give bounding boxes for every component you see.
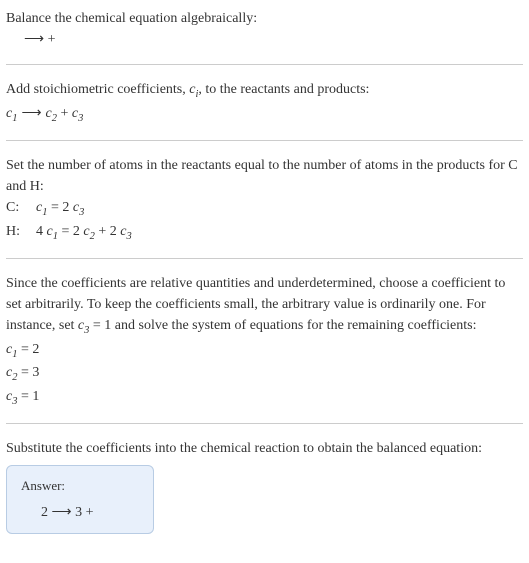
divider-1 bbox=[6, 64, 523, 65]
a3-val: = 1 bbox=[17, 389, 39, 404]
step3-title: Set the number of atoms in the reactants… bbox=[6, 155, 523, 197]
step1-reaction: ⟶ + bbox=[6, 29, 523, 50]
c-rhs-sub: 3 bbox=[79, 207, 84, 218]
reaction-arrow: ⟶ bbox=[17, 103, 45, 124]
answer-box: Answer: 2 ⟶ 3 + bbox=[6, 465, 154, 534]
step2-title: Add stoichiometric coefficients, ci, to … bbox=[6, 79, 523, 103]
atom-row-c: C: c1 = 2 c3 bbox=[6, 197, 523, 221]
step5-title: Substitute the coefficients into the che… bbox=[6, 438, 523, 459]
step2-title-before: Add stoichiometric coefficients, bbox=[6, 82, 189, 97]
h-lhs-coef: 4 bbox=[36, 224, 47, 239]
step4-title-p2: = 1 and solve the system of equations fo… bbox=[89, 318, 476, 333]
step4-title: Since the coefficients are relative quan… bbox=[6, 273, 523, 339]
step-substitute: Substitute the coefficients into the che… bbox=[6, 438, 523, 534]
atom-label-h: H: bbox=[6, 221, 36, 242]
divider-4 bbox=[6, 423, 523, 424]
atom-label-c: C: bbox=[6, 197, 36, 218]
assignment-3: c3 = 1 bbox=[6, 386, 523, 410]
step-balance: Balance the chemical equation algebraica… bbox=[6, 8, 523, 50]
step-coefficients: Add stoichiometric coefficients, ci, to … bbox=[6, 79, 523, 126]
a1-val: = 2 bbox=[17, 342, 39, 357]
a2-val: = 3 bbox=[17, 365, 39, 380]
h-rhs-sub: 3 bbox=[126, 230, 131, 241]
h-plus: + 2 bbox=[95, 224, 120, 239]
step2-title-after: , to the reactants and products: bbox=[198, 82, 369, 97]
step1-title: Balance the chemical equation algebraica… bbox=[6, 8, 523, 29]
assignment-1: c1 = 2 bbox=[6, 339, 523, 363]
assignment-2: c2 = 3 bbox=[6, 362, 523, 386]
step-atoms: Set the number of atoms in the reactants… bbox=[6, 155, 523, 244]
answer-label: Answer: bbox=[21, 476, 139, 496]
h-eq: = 2 bbox=[58, 224, 83, 239]
step2-reaction: c1 ⟶ c2 + c3 bbox=[6, 103, 523, 127]
divider-3 bbox=[6, 258, 523, 259]
divider-2 bbox=[6, 140, 523, 141]
c-eq: = 2 bbox=[47, 200, 72, 215]
answer-equation: 2 ⟶ 3 + bbox=[21, 502, 139, 523]
c3-sub: 3 bbox=[78, 112, 83, 123]
reaction-plus: + bbox=[57, 106, 72, 121]
step-solve: Since the coefficients are relative quan… bbox=[6, 273, 523, 409]
atom-row-h: H: 4 c1 = 2 c2 + 2 c3 bbox=[6, 221, 523, 245]
